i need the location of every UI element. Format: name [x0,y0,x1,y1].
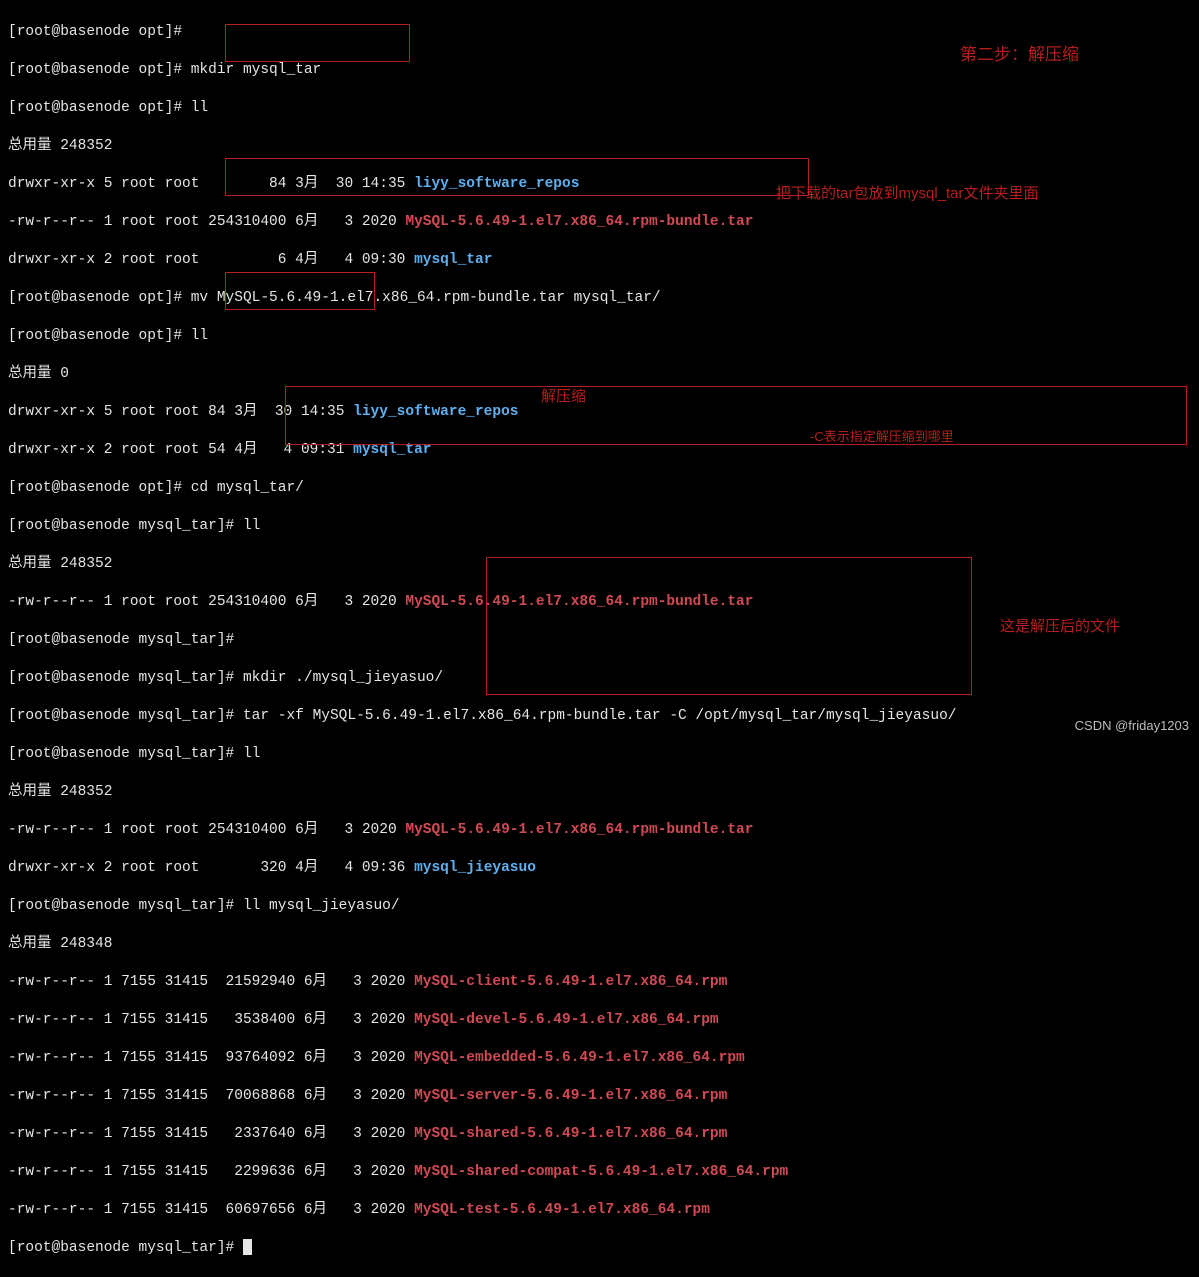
file-name: MySQL-shared-5.6.49-1.el7.x86_64.rpm [414,1126,727,1142]
ls-sz: 2337640 6月 3 2020 [217,1126,414,1142]
ls-entry: drwxr-xr-x 2 root root 320 4月 4 09:36 [8,860,414,876]
dir-name: liyy_software_repos [414,176,579,192]
dir-name: mysql_jieyasuo [414,860,536,876]
total-line: 总用量 248352 [8,556,112,572]
cmd-ll: ll [243,746,260,762]
prompt: [root@basenode mysql_tar]# [8,670,243,686]
watermark: CSDN @friday1203 [1075,716,1189,735]
file-name: MySQL-5.6.49-1.el7.x86_64.rpm-bundle.tar [405,214,753,230]
total-line: 总用量 0 [8,366,69,382]
ls-entry: -rw-r--r-- 1 7155 31415 [8,1164,217,1180]
ls-entry: -rw-r--r-- 1 7155 31415 [8,1088,217,1104]
prompt: [root@basenode mysql_tar]# [8,708,243,724]
prompt: [root@basenode mysql_tar]# [8,898,243,914]
prompt: [root@basenode opt]# [8,62,191,78]
ls-entry: drwxr-xr-x 5 root root 84 3月 30 14:35 [8,176,414,192]
file-name: MySQL-client-5.6.49-1.el7.x86_64.rpm [414,974,727,990]
cmd-ll: ll [243,518,260,534]
total-line: 总用量 248352 [8,784,112,800]
ls-entry: -rw-r--r-- 1 root root 254310400 6月 3 20… [8,214,405,230]
ls-sz: 70068868 6月 3 2020 [217,1088,414,1104]
dir-name: mysql_tar [353,442,431,458]
cmd-cd: cd mysql_tar/ [191,480,304,496]
prompt: [root@basenode opt]# [8,290,191,306]
cmd-mkdir2: mkdir ./mysql_jieyasuo/ [243,670,443,686]
prompt: [root@basenode opt]# [8,480,191,496]
cmd-ll: ll [191,328,208,344]
dir-name: liyy_software_repos [353,404,518,420]
cmd-mkdir: mkdir mysql_tar [191,62,322,78]
cmd-tarxf: tar -xf MySQL-5.6.49-1.el7.x86_64.rpm-bu… [243,708,957,724]
prompt: [root@basenode mysql_tar]# [8,1240,243,1256]
file-name: MySQL-test-5.6.49-1.el7.x86_64.rpm [414,1202,710,1218]
ls-sz: 93764092 6月 3 2020 [217,1050,414,1066]
file-name: MySQL-devel-5.6.49-1.el7.x86_64.rpm [414,1012,719,1028]
prompt: [root@basenode mysql_tar]# [8,632,243,648]
prompt: [root@basenode opt]# [8,328,191,344]
ls-entry: -rw-r--r-- 1 7155 31415 [8,1202,217,1218]
prompt: [root@basenode mysql_tar]# [8,518,243,534]
file-name: MySQL-5.6.49-1.el7.x86_64.rpm-bundle.tar [405,822,753,838]
cmd-mv: mv MySQL-5.6.49-1.el7.x86_64.rpm-bundle.… [191,290,661,306]
file-name: MySQL-embedded-5.6.49-1.el7.x86_64.rpm [414,1050,745,1066]
prompt: [root@basenode opt]# [8,100,191,116]
total-line: 总用量 248348 [8,936,112,952]
ls-sz: 3538400 6月 3 2020 [217,1012,414,1028]
ls-sz: 60697656 6月 3 2020 [217,1202,414,1218]
cmd-lljy: ll mysql_jieyasuo/ [243,898,400,914]
ls-entry: -rw-r--r-- 1 7155 31415 [8,1126,217,1142]
ls-entry: -rw-r--r-- 1 root root 254310400 6月 3 20… [8,594,405,610]
ls-entry: -rw-r--r-- 1 7155 31415 [8,974,217,990]
ls-entry: -rw-r--r-- 1 7155 31415 [8,1012,217,1028]
dir-name: mysql_tar [414,252,492,268]
ls-entry: drwxr-xr-x 2 root root 6 4月 4 09:30 [8,252,414,268]
file-name: MySQL-shared-compat-5.6.49-1.el7.x86_64.… [414,1164,788,1180]
cmd-ll: ll [191,100,208,116]
ls-sz: 2299636 6月 3 2020 [217,1164,414,1180]
ls-entry: drwxr-xr-x 5 root root 84 3月 30 14:35 [8,404,353,420]
file-name: MySQL-server-5.6.49-1.el7.x86_64.rpm [414,1088,727,1104]
total-line: 总用量 248352 [8,138,112,154]
ls-sz: 21592940 6月 3 2020 [217,974,414,990]
ls-entry: drwxr-xr-x 2 root root 54 4月 4 09:31 [8,442,353,458]
ls-entry: -rw-r--r-- 1 root root 254310400 6月 3 20… [8,822,405,838]
ls-entry: -rw-r--r-- 1 7155 31415 [8,1050,217,1066]
file-name: MySQL-5.6.49-1.el7.x86_64.rpm-bundle.tar [405,594,753,610]
prompt: [root@basenode mysql_tar]# [8,746,243,762]
cursor[interactable] [243,1239,252,1255]
prompt: [root@basenode opt]# [8,24,191,40]
terminal-output[interactable]: [root@basenode opt]# [root@basenode opt]… [8,4,1191,1277]
